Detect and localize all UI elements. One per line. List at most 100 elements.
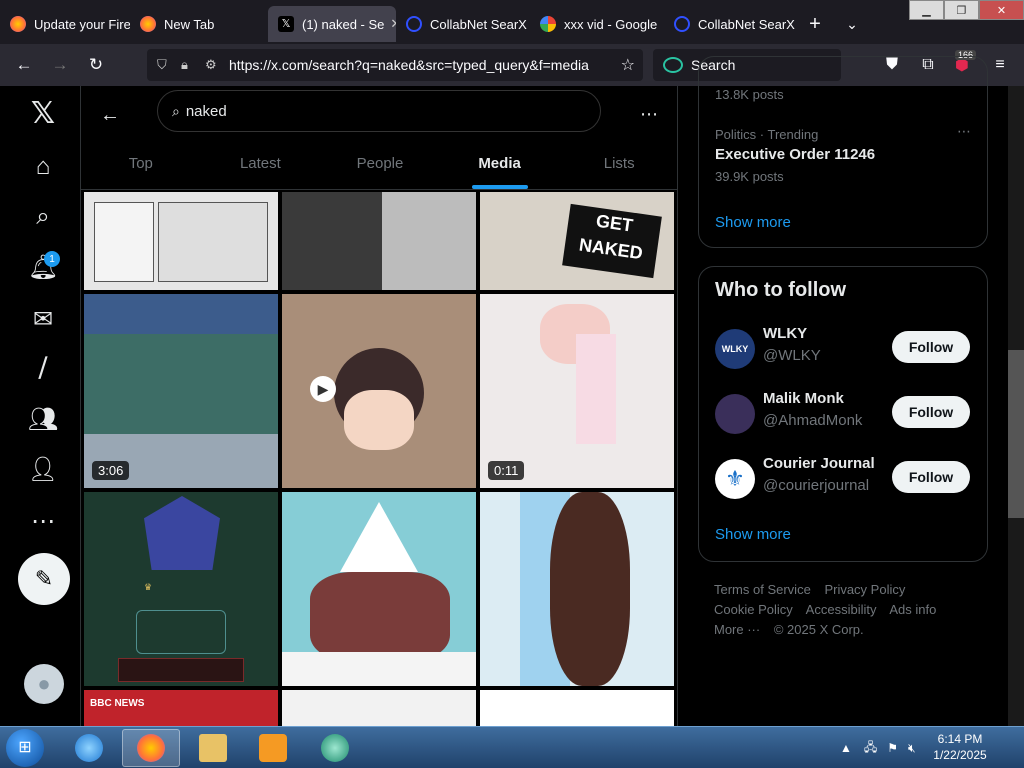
x-logo-icon: 𝕏 (278, 16, 294, 32)
more-options-icon[interactable]: ⋯ (633, 98, 665, 130)
show-hidden-icons[interactable]: ▲ (840, 741, 852, 755)
tab-people[interactable]: People (320, 138, 440, 189)
media-thumbnail[interactable]: 0:11 (480, 294, 674, 488)
lock-icon[interactable]: 🔒︎ (181, 57, 205, 73)
video-duration: 3:06 (92, 461, 130, 480)
reload-icon[interactable]: ↻ (80, 49, 112, 81)
taskbar-firefox[interactable] (122, 729, 180, 767)
minimize-icon[interactable]: ▁ (909, 0, 944, 20)
sidebar-footer: Terms of Service Privacy Policy Cookie P… (714, 580, 984, 640)
taskbar-clock[interactable]: 6:14 PM 1/22/2025 (930, 731, 990, 763)
user-handle: @WLKY (763, 347, 821, 364)
shield-icon[interactable]: ⛉ (157, 57, 181, 73)
tab-media[interactable]: Media (440, 138, 560, 189)
browser-tab-active[interactable]: 𝕏 (1) naked - Se ✕ (268, 6, 396, 42)
list-all-tabs-icon[interactable]: ⌄ (832, 4, 872, 44)
trends-show-more[interactable]: Show more (715, 214, 791, 231)
scrollbar-thumb[interactable] (1008, 350, 1024, 518)
avatar[interactable]: ⚜ (715, 459, 755, 499)
follow-button[interactable]: Follow (892, 461, 970, 493)
taskbar-ie[interactable] (60, 729, 118, 767)
media-player-icon (259, 734, 287, 762)
action-center-flag-icon[interactable]: ⚑ (887, 741, 898, 755)
media-thumbnail[interactable]: ▶ (282, 294, 476, 488)
start-button[interactable]: ⊞ (6, 729, 44, 767)
browser-tab[interactable]: xxx vid - Google (530, 4, 664, 44)
footer-link[interactable]: Privacy Policy (824, 582, 905, 597)
clock-time: 6:14 PM (937, 732, 983, 746)
home-icon[interactable]: ⌂ (22, 146, 64, 188)
media-thumbnail[interactable]: ♛ (84, 492, 278, 686)
url-bar[interactable]: ⛉ 🔒︎ ⚙ https://x.com/search?q=naked&src=… (147, 49, 643, 81)
volume-muted-icon[interactable]: 🔇︎ (908, 741, 916, 756)
footer-link[interactable]: Accessibility (806, 602, 877, 617)
media-thumbnail[interactable] (480, 690, 674, 726)
taskbar-media-player[interactable] (244, 729, 302, 767)
restore-icon[interactable]: ❐ (944, 0, 979, 20)
permissions-icon[interactable]: ⚙ (205, 57, 229, 73)
trend-title[interactable]: Executive Order 11246 (715, 146, 875, 163)
media-thumbnail[interactable]: GET NAKED (480, 192, 674, 290)
tab-top[interactable]: Top (81, 138, 201, 189)
footer-link[interactable]: Ads info (889, 602, 936, 617)
footer-link[interactable]: Cookie Policy (714, 602, 793, 617)
follow-button[interactable]: Follow (892, 331, 970, 363)
close-window-icon[interactable]: ✕ (979, 0, 1024, 20)
media-thumbnail[interactable] (282, 690, 476, 726)
taskbar-app[interactable] (306, 729, 364, 767)
tab-lists[interactable]: Lists (559, 138, 677, 189)
follow-suggestion[interactable]: Malik Monk @AhmadMonk Follow (715, 390, 975, 440)
user-name: Courier Journal (763, 455, 875, 472)
tab-latest[interactable]: Latest (201, 138, 321, 189)
x-logo-icon[interactable]: 𝕏 (22, 92, 64, 134)
avatar[interactable]: WLKY (715, 329, 755, 369)
browser-tab[interactable]: Update your Fire (0, 4, 130, 44)
back-arrow-icon[interactable]: ← (93, 98, 127, 132)
follow-suggestion[interactable]: ⚜ Courier Journal @courierjournal Follow (715, 455, 975, 505)
footer-link[interactable]: More ··· (714, 622, 760, 637)
firefox-icon (140, 16, 156, 32)
forward-arrow-icon[interactable]: → (44, 49, 76, 81)
taskbar-explorer[interactable] (184, 729, 242, 767)
browser-tab[interactable]: CollabNet SearX (664, 4, 798, 44)
follow-button[interactable]: Follow (892, 396, 970, 428)
feather-plus-icon: ✎ (34, 566, 54, 591)
menu-hamburger-icon[interactable]: ≡ (984, 49, 1016, 81)
network-icon[interactable]: 🖧︎ (864, 738, 877, 759)
media-thumbnail[interactable]: 3:06 (84, 294, 278, 488)
media-thumbnail[interactable] (84, 192, 278, 290)
new-tab-icon[interactable]: + (798, 4, 832, 44)
search-header: ← ⌕ naked ⋯ Top Latest People Media List… (81, 86, 677, 190)
video-duration: 0:11 (488, 461, 525, 480)
media-thumbnail[interactable] (282, 492, 476, 686)
more-circle-icon[interactable]: ⋯ (22, 500, 64, 542)
avatar[interactable] (715, 394, 755, 434)
account-avatar[interactable]: ● (24, 664, 64, 704)
tab-label: CollabNet SearX (698, 16, 795, 32)
search-input[interactable]: ⌕ naked (157, 90, 601, 132)
follow-show-more[interactable]: Show more (715, 526, 791, 543)
media-thumbnail[interactable] (282, 192, 476, 290)
messages-envelope-icon[interactable]: ✉ (22, 298, 64, 340)
play-icon[interactable]: ▶ (310, 376, 336, 402)
tab-label: xxx vid - Google (564, 16, 658, 32)
notifications-bell-icon[interactable]: 🔔︎ (22, 246, 64, 288)
browser-tab[interactable]: CollabNet SearX (396, 4, 530, 44)
media-thumbnail[interactable] (480, 492, 674, 686)
profile-icon[interactable]: 👤︎ (22, 448, 64, 490)
follow-suggestion[interactable]: WLKY WLKY @WLKY Follow (715, 325, 975, 375)
tab-label: (1) naked - Se (302, 16, 385, 32)
grok-icon[interactable]: ⧸ (22, 348, 64, 390)
explore-search-icon[interactable]: ⌕ (22, 196, 64, 238)
back-arrow-icon[interactable]: ← (8, 49, 40, 81)
bookmark-star-icon[interactable]: ☆ (621, 55, 635, 75)
right-sidebar: 13.8K posts Politics · Trending ⋯ Execut… (678, 56, 1008, 726)
footer-link[interactable]: Terms of Service (714, 582, 811, 597)
tab-label: Update your Fire (34, 16, 130, 32)
tab-label: New Tab (164, 16, 215, 32)
compose-post-button[interactable]: ✎ (18, 553, 70, 605)
browser-tab[interactable]: New Tab (130, 4, 260, 44)
communities-icon[interactable]: 👥︎ (22, 398, 64, 440)
trend-more-icon[interactable]: ⋯ (957, 123, 971, 140)
media-thumbnail[interactable]: BBC NEWS (84, 690, 278, 726)
